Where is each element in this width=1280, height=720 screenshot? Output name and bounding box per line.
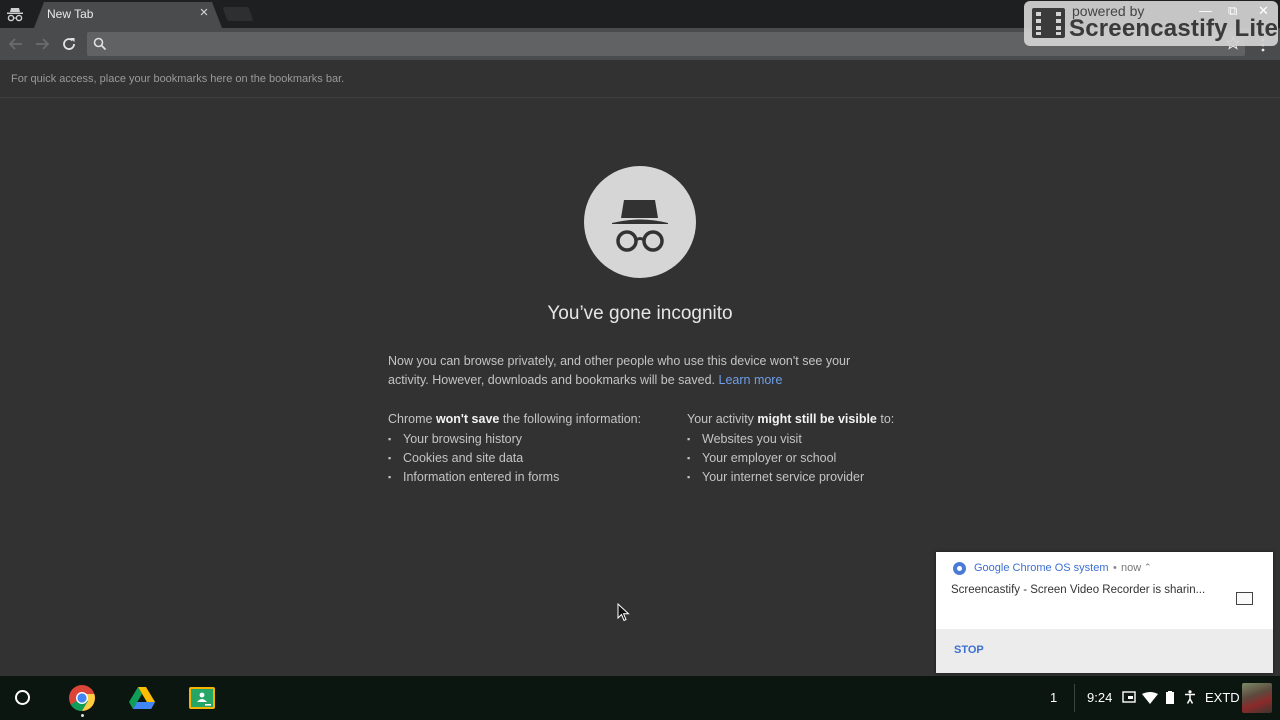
minimize-window-button[interactable]: —: [1199, 4, 1212, 18]
forward-arrow-icon: [36, 38, 50, 50]
reload-icon: [63, 38, 75, 50]
heading-text: Your activity: [687, 412, 758, 426]
list-item: Information entered in forms: [388, 468, 641, 487]
bookmarks-hint: For quick access, place your bookmarks h…: [11, 73, 345, 85]
wifi-icon[interactable]: [1142, 692, 1158, 704]
incognito-intro: Now you can browse privately, and other …: [388, 352, 888, 390]
battery-icon[interactable]: [1165, 691, 1175, 705]
running-indicator: [81, 714, 84, 717]
incognito-logo: [584, 166, 696, 278]
system-notification[interactable]: Google Chrome OS system • now ⌃ Screenca…: [936, 552, 1273, 673]
still-visible-section: Your activity might still be visible to:…: [687, 412, 894, 487]
still-visible-list: Websites you visit Your employer or scho…: [687, 430, 894, 487]
screen-share-icon: [1236, 592, 1253, 605]
user-avatar[interactable]: [1242, 683, 1272, 713]
notification-count[interactable]: 1: [1050, 690, 1057, 705]
list-item: Websites you visit: [687, 430, 894, 449]
still-visible-heading: Your activity might still be visible to:: [687, 412, 894, 426]
forward-button[interactable]: [32, 34, 52, 54]
ime-indicator[interactable]: EXTD: [1205, 690, 1240, 705]
mouse-cursor-icon: [617, 603, 630, 622]
expand-chevron-icon[interactable]: ⌃: [1144, 562, 1152, 573]
tab-title: New Tab: [47, 7, 94, 21]
heading-text: Chrome: [388, 412, 436, 426]
incognito-spy-icon: [612, 200, 668, 252]
close-window-button[interactable]: ✕: [1258, 4, 1269, 18]
page-headline: You’ve gone incognito: [547, 303, 733, 324]
restore-window-button[interactable]: ⧉: [1228, 4, 1237, 18]
wont-save-list: Your browsing history Cookies and site d…: [388, 430, 641, 487]
tray-divider: [1074, 684, 1075, 712]
notification-actions: [936, 629, 1273, 673]
notification-time: now: [1121, 562, 1142, 574]
list-item: Your browsing history: [388, 430, 641, 449]
drive-icon[interactable]: [128, 684, 156, 712]
film-strip-icon: [1032, 8, 1065, 38]
incognito-icon: [7, 8, 23, 22]
chrome-os-icon: [953, 562, 966, 575]
search-icon: [93, 37, 107, 51]
wont-save-heading: Chrome won't save the following informat…: [388, 412, 641, 426]
chrome-icon[interactable]: [68, 684, 96, 712]
heading-text: to:: [876, 412, 895, 426]
notification-separator: •: [1113, 562, 1117, 574]
back-arrow-icon: [8, 38, 22, 50]
tab-close-button[interactable]: ×: [197, 5, 211, 21]
watermark-brand: Screencastify Lite: [1069, 15, 1279, 42]
heading-bold: might still be visible: [757, 412, 877, 426]
learn-more-link[interactable]: Learn more: [719, 373, 783, 387]
list-item: Cookies and site data: [388, 449, 641, 468]
notification-source: Google Chrome OS system: [974, 562, 1109, 574]
wont-save-section: Chrome won't save the following informat…: [388, 412, 641, 487]
accessibility-icon[interactable]: [1184, 690, 1196, 704]
back-button[interactable]: [6, 34, 26, 54]
list-item: Your employer or school: [687, 449, 894, 468]
reload-button[interactable]: [59, 34, 79, 54]
heading-text: the following information:: [499, 412, 642, 426]
new-tab-button[interactable]: [222, 7, 254, 21]
stop-sharing-button[interactable]: STOP: [954, 644, 984, 656]
heading-bold: won't save: [435, 412, 500, 426]
launcher-button[interactable]: [15, 690, 30, 705]
notification-message: Screencastify - Screen Video Recorder is…: [951, 584, 1206, 596]
classroom-icon[interactable]: [188, 684, 216, 712]
list-item: Your internet service provider: [687, 468, 894, 487]
tray-clock[interactable]: 9:24: [1087, 690, 1112, 705]
screen-cast-icon[interactable]: [1122, 691, 1136, 703]
